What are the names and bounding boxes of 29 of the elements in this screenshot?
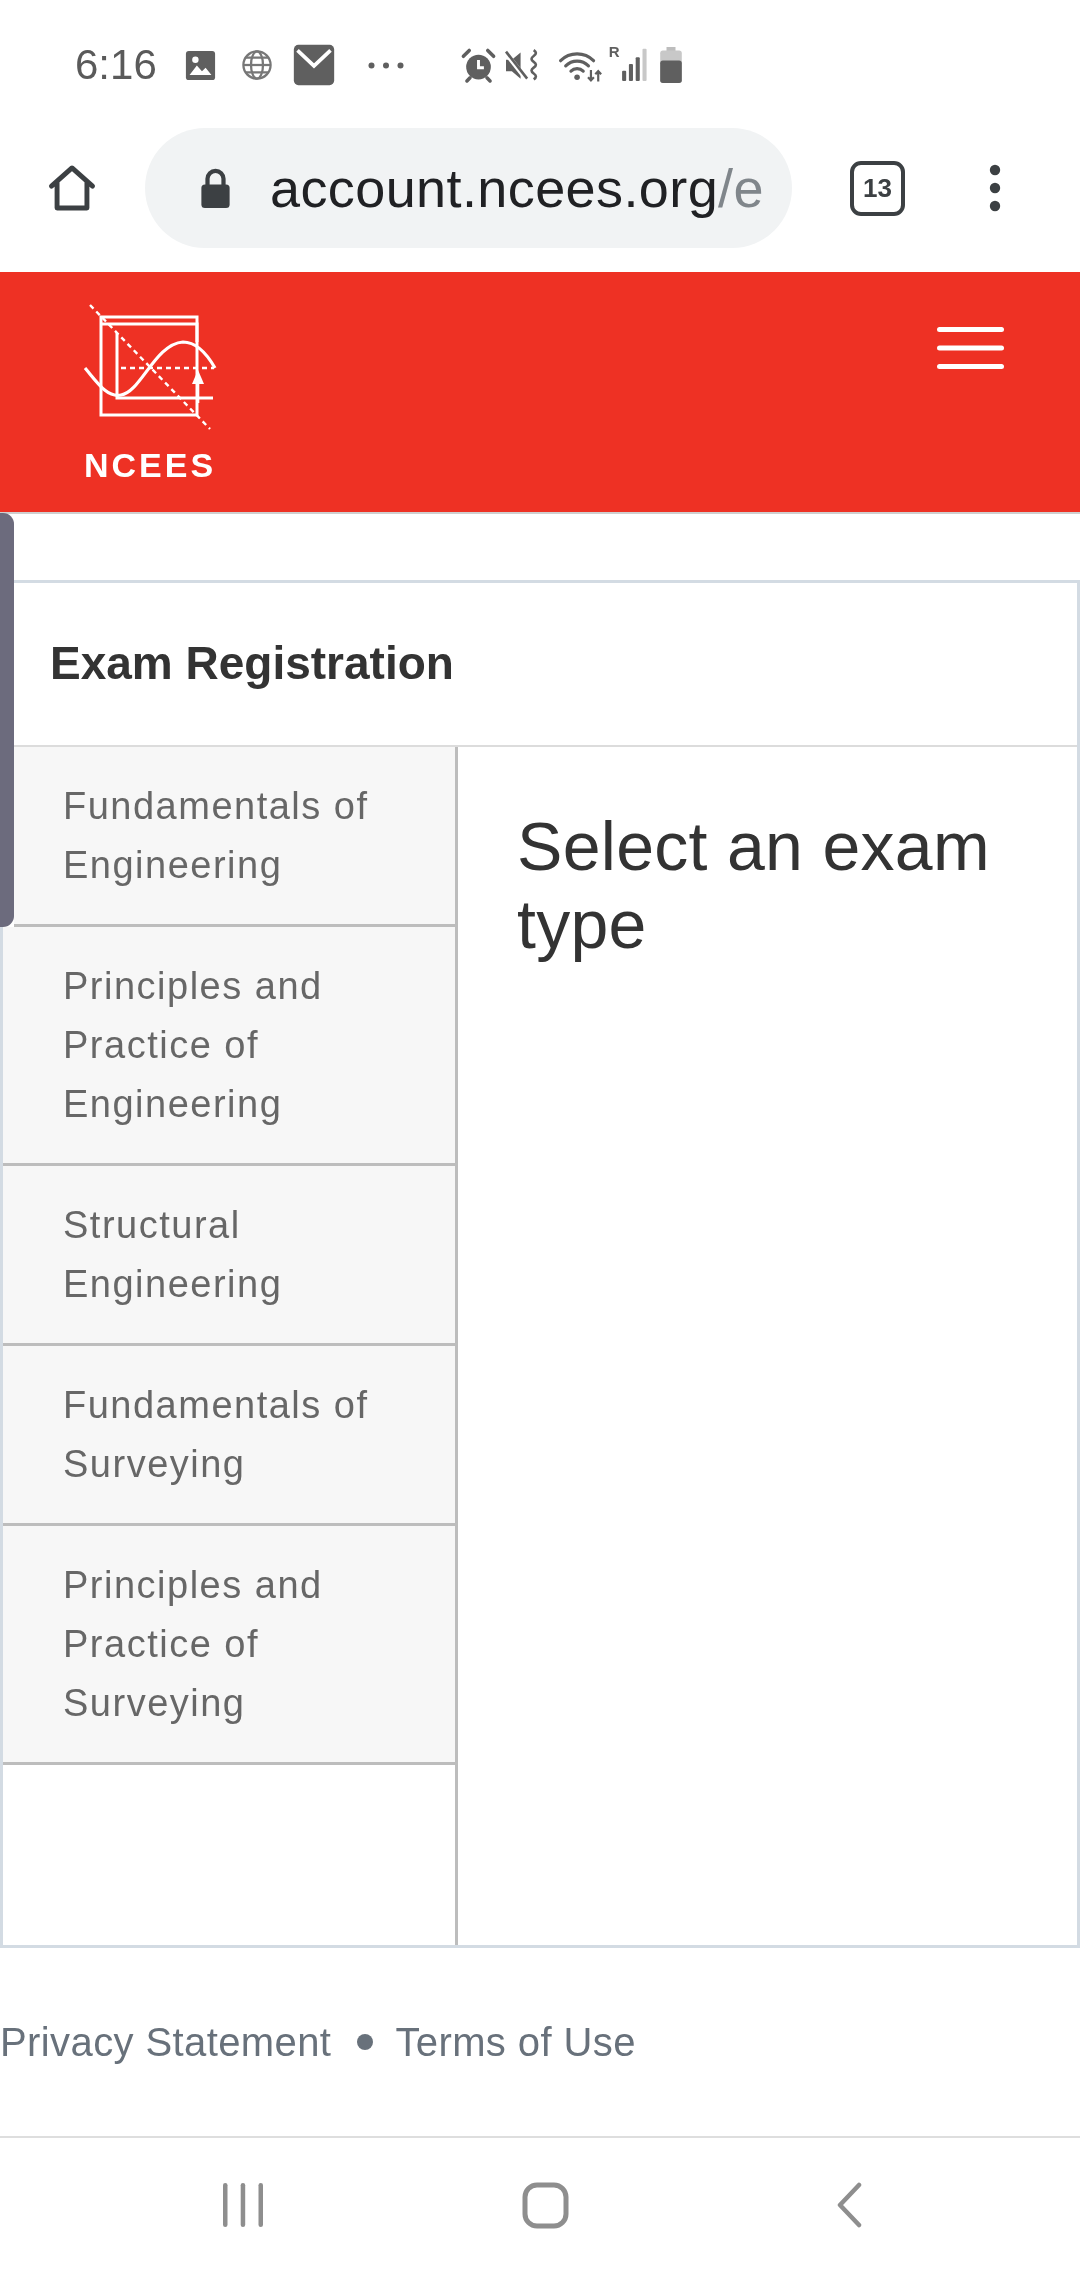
mail-icon [291,43,336,87]
lock-icon [199,168,232,208]
signal-icon [619,47,648,81]
status-time: 6:16 [75,44,157,86]
card-title: Exam Registration [50,636,454,691]
back-icon[interactable] [836,2182,862,2228]
footer-link[interactable]: Privacy Statement [0,2018,332,2066]
roaming-indicator: R [608,44,620,59]
more-menu-icon[interactable] [989,164,1001,212]
recent-apps-icon[interactable] [222,2182,264,2228]
bullet-icon [357,2034,374,2050]
edge-panel-handle[interactable] [0,513,14,927]
exam-type-item[interactable]: Principles and Practice of Engineering [3,927,455,1166]
footer-link[interactable]: Terms of Use [395,2018,636,2066]
prompt-heading: Select an exam type [517,807,991,963]
exam-type-item[interactable]: Structural Engineering [3,1166,455,1346]
address-bar[interactable]: account.ncees.org/e [145,128,792,248]
exam-type-item[interactable]: Fundamentals of Surveying [3,1346,455,1526]
exam-type-item[interactable]: Principles and Practice of Surveying [3,1526,455,1765]
logo-link[interactable]: NCEES [83,272,217,484]
globe-icon [240,49,273,81]
menu-icon[interactable] [937,327,1004,369]
alarm-icon [459,46,497,84]
logo-icon [83,302,217,432]
battery-icon [658,47,683,83]
url-text: account.ncees.org/e [270,156,764,220]
tab-switcher-button[interactable]: 13 [850,160,905,216]
exam-type-item[interactable]: Fundamentals of Engineering [14,747,455,927]
more-dots-icon [367,61,404,69]
